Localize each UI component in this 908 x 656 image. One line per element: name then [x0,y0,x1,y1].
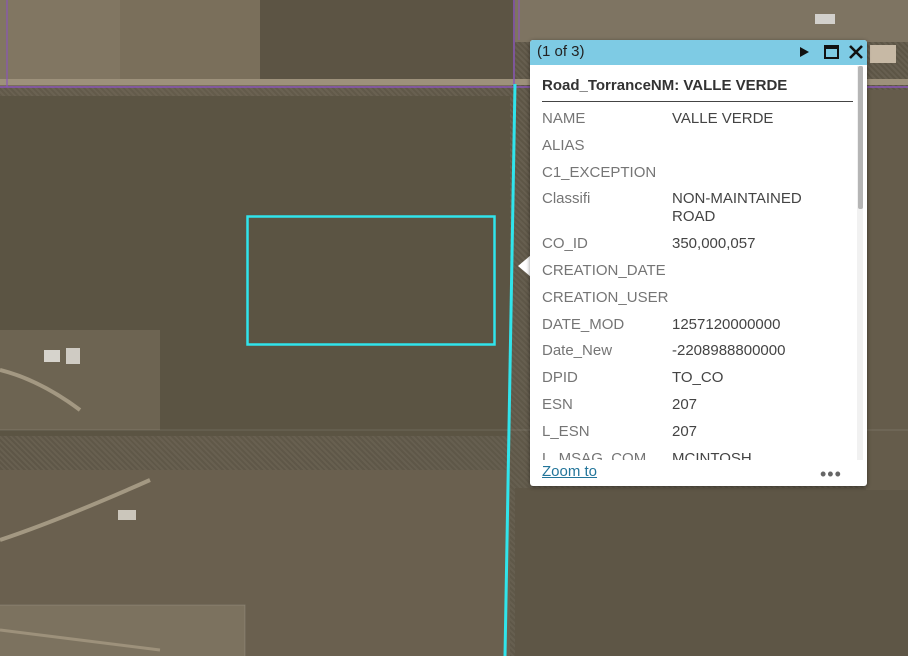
attribute-key: L_ESN [542,422,590,440]
feature-popup: (1 of 3) Road_TorranceNM: VALLE VERDE NA… [530,40,867,486]
attribute-key: DPID [542,369,578,387]
attribute-value: -2208988800000 [672,342,786,360]
attribute-row: CREATION_DATE [542,262,856,280]
next-feature-button[interactable] [794,42,814,62]
title-divider [542,101,853,102]
close-icon [849,45,863,59]
attribute-value [672,164,822,182]
attribute-key: CREATION_DATE [542,261,666,279]
attribute-key: L_MSAG_COM [542,449,647,460]
close-button[interactable] [846,42,866,62]
selected-road-highlight [503,83,517,656]
attribute-value: 350,000,057 [672,235,756,253]
attribute-value: TO_CO [672,369,724,387]
attribute-row: DPID TO_CO [542,369,856,387]
popup-pager: (1 of 3) [537,43,585,60]
attribute-row: Date_New -2208988800000 [542,342,856,360]
attribute-key: NAME [542,110,586,127]
popup-header: (1 of 3) [530,40,867,65]
attribute-value [672,262,822,280]
attribute-row: DATE_MOD 1257120000000 [542,316,856,334]
attribute-row: Classifi NON-MAINTAINED ROAD [542,190,856,226]
building [44,350,60,362]
attribute-key: CO_ID [542,235,588,253]
building [66,348,80,364]
attribute-value: MCINTOSH [672,449,752,460]
attribute-key: ESN [542,395,573,413]
attribute-value [672,289,822,307]
maximize-icon [824,45,839,59]
attribute-row: L_MSAG_COM MCINTOSH [542,450,856,460]
attribute-value: 1257120000000 [672,315,781,333]
building [118,510,136,520]
attribute-value: 207 [672,422,698,440]
attribute-row: CO_ID 350,000,057 [542,235,856,253]
attribute-row: C1_EXCEPTION [542,164,856,182]
attribute-key: Date_New [542,342,613,360]
attribute-key: CREATION_USER [542,288,669,306]
zoom-to-link[interactable]: Zoom to [542,463,597,480]
popup-title: Road_TorranceNM: VALLE VERDE [542,77,788,94]
attribute-value [672,137,822,155]
survey-line [0,604,246,656]
attribute-row: ALIAS [542,137,856,155]
play-icon [800,47,809,57]
dirt-road [0,368,82,412]
dirt-road [0,628,161,652]
popup-scrollbar-thumb[interactable] [858,66,863,209]
attribute-row: NAME VALLE VERDE [542,110,856,128]
attribute-value: VALLE VERDE [672,110,774,127]
selected-parcel-highlight [246,215,496,346]
building [870,45,896,63]
attribute-key: DATE_MOD [542,315,625,333]
building [815,14,835,24]
attribute-key: Classifi [542,190,591,208]
attribute-row: L_ESN 207 [542,423,856,441]
attribute-row: CREATION_USER [542,289,856,307]
attribute-value: 207 [672,395,698,413]
attribute-key: C1_EXCEPTION [542,163,657,181]
attribute-table[interactable]: NAME VALLE VERDE ALIAS C1_EXCEPTION Class… [542,110,856,460]
maximize-button[interactable] [822,42,842,62]
attribute-value: NON-MAINTAINED ROAD [672,190,802,226]
attribute-key: ALIAS [542,136,585,154]
attribute-row: ESN 207 [542,396,856,414]
more-options-button[interactable]: ••• [820,464,842,485]
